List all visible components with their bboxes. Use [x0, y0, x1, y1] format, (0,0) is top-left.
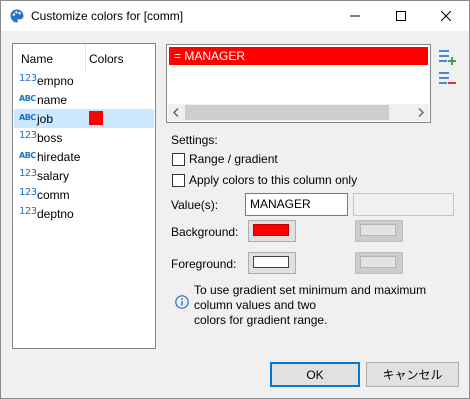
- info-line-3: colors for gradient range.: [194, 313, 328, 327]
- add-rule-icon[interactable]: [437, 48, 457, 66]
- minimize-icon: [350, 15, 360, 17]
- numeric-type-icon: 123: [19, 206, 37, 217]
- close-icon: [441, 11, 451, 21]
- info-line-2: column values and two: [194, 298, 317, 312]
- numeric-type-icon: 123: [19, 187, 37, 198]
- column-row-empno[interactable]: 123 empno: [14, 71, 154, 90]
- range-gradient-label[interactable]: Range / gradient: [189, 152, 278, 166]
- column-name: name: [37, 93, 68, 107]
- window-title: Customize colors for [comm]: [31, 9, 184, 23]
- background-color-swatch: [253, 224, 289, 236]
- column-row-salary[interactable]: 123 salary: [14, 166, 154, 185]
- title-bar[interactable]: Customize colors for [comm]: [1, 1, 469, 31]
- column-row-name[interactable]: ABC name: [14, 90, 154, 109]
- header-name[interactable]: Name: [21, 52, 53, 66]
- column-row-boss[interactable]: 123 boss: [14, 128, 154, 147]
- foreground-color-swatch: [253, 256, 289, 268]
- range-gradient-checkbox[interactable]: [172, 153, 185, 166]
- text-type-icon: ABC: [19, 113, 36, 122]
- close-button[interactable]: [423, 1, 469, 31]
- value-input-1-text: MANAGER: [250, 197, 311, 211]
- foreground-color-2-button[interactable]: [355, 252, 403, 274]
- foreground-color-button[interactable]: [248, 252, 296, 274]
- text-type-icon: ABC: [19, 94, 36, 103]
- apply-column-only-label[interactable]: Apply colors to this column only: [189, 173, 357, 187]
- gradient-info-text: To use gradient set minimum and maximum …: [194, 283, 444, 328]
- column-name: empno: [37, 74, 74, 88]
- background-color-2-swatch: [360, 224, 396, 236]
- background-label: Background:: [171, 225, 239, 239]
- numeric-type-icon: 123: [19, 168, 37, 179]
- background-color-button[interactable]: [248, 220, 296, 242]
- column-name: deptno: [37, 207, 74, 221]
- maximize-icon: [396, 11, 406, 21]
- column-name: job: [37, 112, 54, 126]
- foreground-color-2-swatch: [360, 256, 396, 268]
- rule-label: = MANAGER: [174, 49, 246, 63]
- horizontal-scrollbar[interactable]: [168, 104, 429, 121]
- column-name: hiredate: [37, 150, 81, 164]
- foreground-label: Foreground:: [171, 257, 237, 271]
- column-row-hiredate[interactable]: ABC hiredate: [14, 147, 154, 166]
- chevron-left-icon[interactable]: [173, 108, 179, 117]
- column-name: comm: [37, 188, 70, 202]
- column-row-job[interactable]: ABC job: [14, 109, 154, 128]
- header-colors[interactable]: Colors: [89, 52, 124, 66]
- value-input-1[interactable]: MANAGER: [245, 193, 348, 216]
- numeric-type-icon: 123: [19, 130, 37, 141]
- header-divider[interactable]: [85, 44, 86, 72]
- color-rules-list[interactable]: = MANAGER: [166, 44, 431, 123]
- cancel-label: キャンセル: [382, 368, 443, 382]
- chevron-right-icon[interactable]: [418, 108, 424, 117]
- apply-column-only-checkbox[interactable]: [172, 174, 185, 187]
- text-type-icon: ABC: [19, 151, 36, 160]
- scrollbar-thumb[interactable]: [185, 105, 389, 120]
- background-color-2-button[interactable]: [355, 220, 403, 242]
- value-input-2[interactable]: [353, 193, 454, 216]
- info-line-1: To use gradient set minimum and maximum: [194, 283, 427, 297]
- column-name: salary: [37, 169, 70, 183]
- maximize-button[interactable]: [378, 1, 424, 31]
- info-icon: [175, 295, 189, 309]
- column-row-comm[interactable]: 123 comm: [14, 185, 154, 204]
- color-swatch: [89, 111, 103, 125]
- ok-label: OK: [306, 367, 324, 382]
- cancel-button[interactable]: キャンセル: [366, 362, 459, 387]
- palette-icon: [10, 9, 24, 23]
- dialog-window: Customize colors for [comm] Name Colors …: [0, 0, 470, 399]
- column-name: boss: [37, 131, 63, 145]
- numeric-type-icon: 123: [19, 73, 37, 84]
- values-label: Value(s):: [171, 198, 219, 212]
- remove-rule-icon[interactable]: [437, 70, 457, 88]
- minimize-button[interactable]: [332, 1, 378, 31]
- columns-list[interactable]: Name Colors 123 empno ABC name ABC job 1…: [12, 43, 156, 349]
- rule-item[interactable]: = MANAGER: [169, 47, 428, 65]
- column-row-deptno[interactable]: 123 deptno: [14, 204, 154, 223]
- settings-heading: Settings:: [171, 133, 218, 147]
- ok-button[interactable]: OK: [270, 362, 360, 387]
